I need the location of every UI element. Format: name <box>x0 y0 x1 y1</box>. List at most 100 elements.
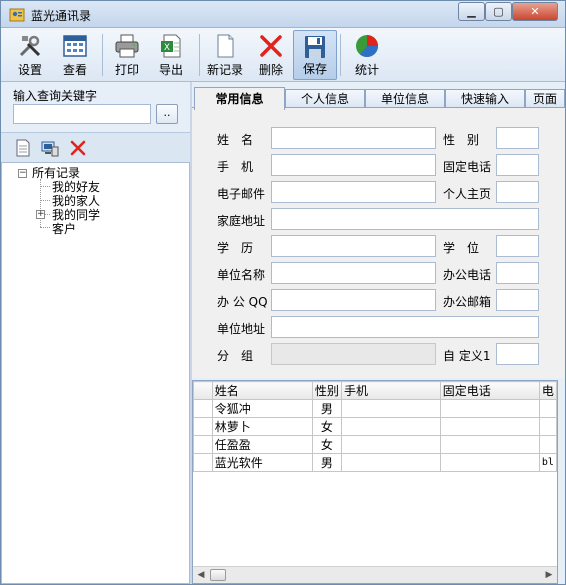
cell-next[interactable]: bl <box>538 453 557 472</box>
gender-label: 性 别 <box>443 133 480 147</box>
rename-group-icon[interactable] <box>41 139 59 157</box>
column-header-gender[interactable]: 性别 <box>311 381 342 400</box>
toolbar-separator <box>102 34 103 76</box>
table-row[interactable]: 任盈盈 女 <box>193 435 557 454</box>
cell-phone[interactable] <box>439 453 540 472</box>
search-input[interactable] <box>13 104 151 124</box>
row-selector[interactable] <box>193 417 213 436</box>
close-button[interactable]: ✕ <box>512 2 558 21</box>
horizontal-scrollbar[interactable]: ◀ ▶ <box>193 566 557 583</box>
email-label: 电子邮件 <box>217 187 266 201</box>
company-field[interactable] <box>271 262 436 284</box>
cell-phone[interactable] <box>439 399 540 418</box>
column-header-name[interactable]: 姓名 <box>211 381 313 400</box>
search-area: 输入查询关键字 .. <box>1 82 190 132</box>
cell-phone[interactable] <box>439 417 540 436</box>
column-header-mobile[interactable]: 手机 <box>340 381 441 400</box>
records-table: 姓名 性别 手机 固定电话 电 令狐冲 男 林萝卜 女 任盈盈 女 蓝光软件 男… <box>193 381 557 472</box>
app-icon <box>9 8 25 22</box>
phone-field[interactable] <box>496 154 539 176</box>
scroll-right-icon[interactable]: ▶ <box>541 567 557 583</box>
cell-gender[interactable]: 女 <box>311 435 342 454</box>
row-selector[interactable] <box>193 399 213 418</box>
work-phone-label: 办公电话 <box>443 268 492 282</box>
tools-icon <box>19 35 41 57</box>
name-field[interactable] <box>271 127 436 149</box>
tab-personal-info[interactable]: 个人信息 <box>285 89 365 109</box>
degree-field[interactable] <box>496 235 539 257</box>
column-header-next[interactable]: 电 <box>538 381 557 400</box>
cell-mobile[interactable] <box>340 435 441 454</box>
view-label: 查看 <box>62 63 87 77</box>
column-header-phone[interactable]: 固定电话 <box>439 381 540 400</box>
cell-next[interactable] <box>538 435 557 454</box>
cell-phone[interactable] <box>439 435 540 454</box>
stats-button[interactable]: 统计 <box>345 30 389 80</box>
search-button[interactable]: .. <box>156 104 178 124</box>
row-selector[interactable] <box>193 453 213 472</box>
minimize-button[interactable]: ▁ <box>458 2 485 21</box>
cell-gender[interactable]: 男 <box>311 453 342 472</box>
view-button[interactable]: 查看 <box>53 30 97 80</box>
print-button[interactable]: 打印 <box>105 30 149 80</box>
tree-expand-icon[interactable]: + <box>36 210 45 219</box>
cell-mobile[interactable] <box>340 399 441 418</box>
education-field[interactable] <box>271 235 436 257</box>
row-selector[interactable] <box>193 435 213 454</box>
cell-mobile[interactable] <box>340 417 441 436</box>
tree-line <box>40 186 50 187</box>
cell-mobile[interactable] <box>340 453 441 472</box>
homepage-field[interactable] <box>496 181 539 203</box>
homepage-label: 个人主页 <box>443 187 492 201</box>
table-row[interactable]: 蓝光软件 男 bl <box>193 453 557 472</box>
gender-field[interactable] <box>496 127 539 149</box>
tree-collapse-icon[interactable]: − <box>18 169 27 178</box>
export-label: 导出 <box>158 63 183 77</box>
work-phone-field[interactable] <box>496 262 539 284</box>
work-email-label: 办公邮箱 <box>443 295 492 309</box>
home-address-field[interactable] <box>271 208 539 230</box>
cell-gender[interactable]: 女 <box>311 417 342 436</box>
scroll-left-icon[interactable]: ◀ <box>193 567 209 583</box>
table-row[interactable]: 林萝卜 女 <box>193 417 557 436</box>
table-row[interactable]: 令狐冲 男 <box>193 399 557 418</box>
tree-line <box>40 200 50 201</box>
email-field[interactable] <box>271 181 436 203</box>
settings-button[interactable]: 设置 <box>8 30 52 80</box>
cell-gender[interactable]: 男 <box>311 399 342 418</box>
tab-quick-input[interactable]: 快速输入 <box>445 89 525 109</box>
new-group-icon[interactable] <box>14 139 32 157</box>
cell-name[interactable]: 蓝光软件 <box>211 453 313 472</box>
delete-group-icon[interactable] <box>69 139 87 157</box>
search-label: 输入查询关键字 <box>13 89 98 103</box>
cell-name[interactable]: 林萝卜 <box>211 417 313 436</box>
tab-common-info[interactable]: 常用信息 <box>194 87 285 110</box>
save-button[interactable]: 保存 <box>293 30 337 80</box>
export-button[interactable]: X 导出 <box>149 30 193 80</box>
tree-item[interactable]: 客户 <box>52 220 76 237</box>
cell-name[interactable]: 令狐冲 <box>211 399 313 418</box>
work-qq-label: 办 公 QQ <box>217 295 268 309</box>
custom1-field[interactable] <box>496 343 539 365</box>
cell-next[interactable] <box>538 417 557 436</box>
scroll-thumb[interactable] <box>210 569 226 581</box>
minimize-icon: ▁ <box>467 5 476 18</box>
new-record-button[interactable]: 新记录 <box>202 30 248 80</box>
company-address-field[interactable] <box>271 316 539 338</box>
work-qq-field[interactable] <box>271 289 436 311</box>
tab-company-info[interactable]: 单位信息 <box>365 89 445 109</box>
header-row: 姓名 性别 手机 固定电话 电 <box>193 381 557 400</box>
delete-button[interactable]: 删除 <box>250 30 292 80</box>
cell-name[interactable]: 任盈盈 <box>211 435 313 454</box>
common-info-panel: 姓 名 性 别 手 机 固定电话 电子邮件 个人主页 家庭地址 学 历 学 位 … <box>192 107 565 378</box>
maximize-button[interactable]: ▢ <box>485 2 512 21</box>
window-title: 蓝光通讯录 <box>31 9 92 23</box>
tab-page[interactable]: 页面 <box>525 89 565 109</box>
cell-next[interactable] <box>538 399 557 418</box>
work-email-field[interactable] <box>496 289 539 311</box>
phone-label: 固定电话 <box>443 160 492 174</box>
settings-label: 设置 <box>17 63 42 77</box>
toolbar-separator <box>199 34 200 76</box>
mobile-field[interactable] <box>271 154 436 176</box>
group-label: 分 组 <box>217 349 254 363</box>
